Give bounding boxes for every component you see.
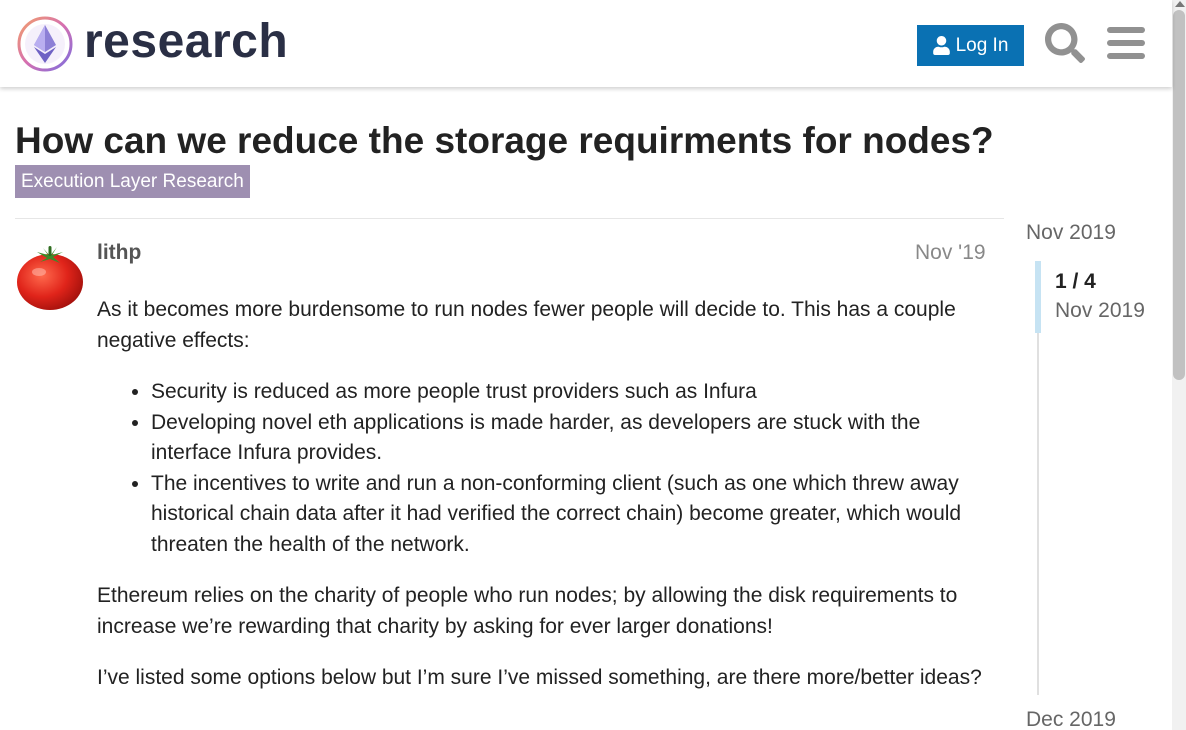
login-label: Log In — [955, 34, 1009, 56]
login-button[interactable]: Log In — [917, 25, 1024, 66]
site-header: research Log In — [0, 0, 1172, 87]
scroll-up-arrow-icon[interactable] — [1175, 1, 1185, 7]
topic-title[interactable]: How can we reduce the storage requirment… — [15, 118, 994, 164]
search-button[interactable] — [1043, 20, 1087, 66]
post-paragraph: I’ve listed some options below but I’m s… — [97, 666, 982, 689]
timeline-handle[interactable] — [1035, 261, 1041, 333]
list-item: Security is reduced as more people trust… — [151, 377, 997, 408]
post-date[interactable]: Nov '19 — [915, 239, 986, 267]
hamburger-menu-button[interactable] — [1104, 20, 1148, 66]
user-icon — [932, 36, 950, 55]
post-author[interactable]: lithp — [97, 239, 141, 267]
timeline-start-date[interactable]: Nov 2019 — [1026, 219, 1116, 247]
timeline-position-date: Nov 2019 — [1055, 299, 1145, 322]
avatar[interactable] — [15, 242, 85, 312]
site-brand[interactable]: research — [84, 14, 288, 70]
post-paragraph: As it becomes more burdensome to run nod… — [97, 298, 956, 352]
research-logo-icon[interactable] — [16, 15, 74, 73]
tomato-avatar-icon — [17, 246, 83, 310]
timeline-end-date[interactable]: Dec 2019 — [1026, 706, 1116, 730]
post-list: Security is reduced as more people trust… — [151, 377, 997, 560]
category-badge[interactable]: Execution Layer Research — [15, 165, 250, 198]
list-item: Developing novel eth applications is mad… — [151, 408, 997, 469]
post-paragraph: Ethereum relies on the charity of people… — [97, 584, 958, 638]
list-item: The incentives to write and run a non-co… — [151, 469, 997, 561]
scrollbar-thumb[interactable] — [1173, 10, 1185, 380]
post-body: As it becomes more burdensome to run nod… — [97, 295, 997, 715]
search-icon — [1045, 23, 1085, 63]
divider — [15, 218, 1004, 219]
hamburger-menu-icon — [1107, 27, 1145, 59]
timeline-position[interactable]: 1 / 4 — [1055, 268, 1096, 296]
